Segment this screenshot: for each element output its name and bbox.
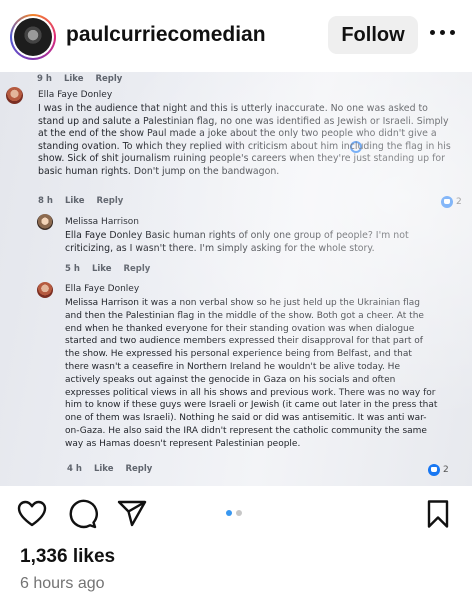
action-bar xyxy=(0,486,472,542)
comment-author: Ella Faye Donley xyxy=(38,90,113,100)
carousel-dot xyxy=(236,510,242,516)
avatar[interactable] xyxy=(10,14,56,60)
commenter-avatar xyxy=(37,282,53,298)
comment-author: Ella Faye Donley xyxy=(65,284,140,294)
like-count[interactable]: 1,336 likes xyxy=(20,546,115,568)
share-icon[interactable] xyxy=(116,498,148,530)
comment-text: Melissa Harrison it was a non verbal sho… xyxy=(65,298,438,449)
comment-meta: 9 h Like Reply xyxy=(37,74,123,84)
post-timestamp: 6 hours ago xyxy=(20,575,105,592)
commenter-avatar xyxy=(6,87,23,104)
follow-button[interactable]: Follow xyxy=(328,16,418,54)
comment-text: I was in the audience that night and thi… xyxy=(38,103,451,177)
comment-meta: 8 h Like Reply xyxy=(38,196,124,206)
like-reaction: 2 xyxy=(441,196,462,208)
comment-text: Ella Faye Donley Basic human rights of o… xyxy=(65,230,409,254)
more-horizontal-icon[interactable] xyxy=(430,30,456,38)
bookmark-icon[interactable] xyxy=(422,498,454,530)
carousel-dot-active xyxy=(226,510,232,516)
comment-author: Melissa Harrison xyxy=(65,217,139,227)
comment-meta: 5 h Like Reply xyxy=(65,264,151,274)
thumbs-up-icon xyxy=(428,464,440,476)
heart-icon[interactable] xyxy=(16,498,48,530)
post-header: paulcurriecomedian Follow xyxy=(0,0,472,72)
commenter-avatar xyxy=(37,214,53,230)
comment-icon[interactable] xyxy=(66,498,98,530)
post-image[interactable]: 9 h Like Reply Ella Faye Donley I was in t… xyxy=(0,72,472,486)
username[interactable]: paulcurriecomedian xyxy=(66,23,266,47)
carousel-indicator xyxy=(226,510,242,516)
like-reaction: 2 xyxy=(428,464,449,476)
thumbs-up-icon xyxy=(441,196,453,208)
comment-meta: 4 h Like Reply xyxy=(67,464,153,474)
